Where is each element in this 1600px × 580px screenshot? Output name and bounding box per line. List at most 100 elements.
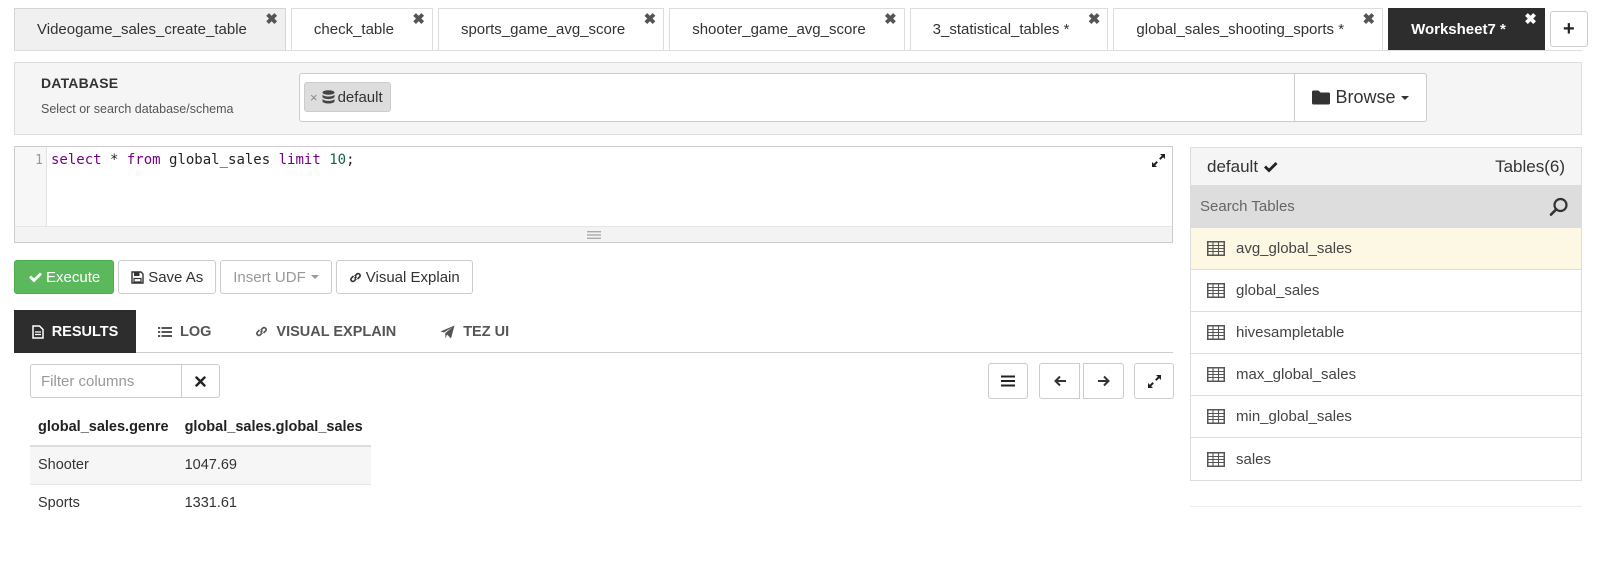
list-item[interactable]: min_global_sales bbox=[1191, 396, 1581, 438]
list-item[interactable]: avg_global_sales bbox=[1191, 228, 1581, 270]
folder-icon bbox=[1312, 90, 1331, 105]
database-icon bbox=[322, 89, 335, 103]
execute-label: Execute bbox=[46, 268, 101, 286]
table-name: sales bbox=[1236, 450, 1272, 468]
sql-token: limit bbox=[278, 152, 321, 168]
browse-button[interactable]: Browse bbox=[1294, 73, 1427, 122]
add-tab-button[interactable]: + bbox=[1549, 11, 1588, 47]
tab-visual-explain-label: VISUAL EXPLAIN bbox=[276, 323, 397, 340]
sql-token: global_sales bbox=[160, 152, 279, 168]
previous-page-button[interactable] bbox=[1039, 363, 1080, 399]
execute-button[interactable]: Execute bbox=[14, 260, 115, 294]
grip-icon bbox=[586, 230, 601, 239]
editor-resize-handle[interactable] bbox=[15, 226, 1172, 242]
tab-results[interactable]: RESULTS bbox=[14, 310, 136, 353]
table-cell: 1047.69 bbox=[176, 446, 371, 485]
filter-columns bbox=[30, 364, 220, 398]
query-text[interactable]: select * from global_sales limit 10; bbox=[51, 152, 355, 168]
chip-remove-icon[interactable]: × bbox=[310, 90, 318, 105]
close-icon[interactable]: ✖ bbox=[884, 11, 897, 29]
close-icon[interactable]: ✖ bbox=[265, 11, 278, 29]
tab-label: 3_statistical_tables * bbox=[932, 21, 1070, 38]
next-page-button[interactable] bbox=[1083, 363, 1124, 399]
visual-explain-button[interactable]: Visual Explain bbox=[335, 260, 473, 294]
table-row: Shooter 1047.69 bbox=[30, 446, 371, 485]
tab-results-label: RESULTS bbox=[51, 323, 119, 340]
list-item[interactable]: global_sales bbox=[1191, 270, 1581, 312]
expand-icon bbox=[1147, 374, 1161, 388]
save-as-label: Save As bbox=[148, 268, 204, 286]
tab-label: Videogame_sales_create_table bbox=[37, 21, 247, 38]
fullscreen-button[interactable] bbox=[1134, 363, 1174, 399]
tab-worksheet-active[interactable]: Worksheet7 * ✖ bbox=[1388, 8, 1545, 50]
search-tables bbox=[1190, 186, 1582, 228]
database-select[interactable]: × default Browse bbox=[299, 73, 1427, 122]
column-header[interactable]: global_sales.global_sales bbox=[176, 408, 371, 447]
close-icon[interactable]: ✖ bbox=[1088, 11, 1101, 29]
tab-label: global_sales_shooting_sports * bbox=[1136, 21, 1345, 38]
tables-panel: default Tables(6) avg_global_sales g bbox=[1190, 147, 1582, 481]
tables-count: Tables(6) bbox=[1495, 156, 1565, 176]
close-icon[interactable]: ✖ bbox=[1363, 11, 1376, 29]
expand-icon[interactable] bbox=[1151, 153, 1166, 171]
close-icon[interactable]: ✖ bbox=[412, 11, 425, 29]
tables-panel-header: default Tables(6) bbox=[1190, 147, 1582, 186]
tab-worksheet[interactable]: 3_statistical_tables * ✖ bbox=[909, 8, 1109, 50]
table-name: global_sales bbox=[1236, 282, 1320, 299]
worksheet-tabs: Videogame_sales_create_table ✖ check_tab… bbox=[14, 8, 1588, 50]
editor-gutter: 1 bbox=[15, 147, 47, 227]
sql-token: * bbox=[101, 152, 127, 168]
tab-log-label: LOG bbox=[180, 323, 212, 340]
column-list-button[interactable] bbox=[988, 363, 1028, 399]
save-icon bbox=[131, 270, 144, 284]
tab-visual-explain[interactable]: VISUAL EXPLAIN bbox=[233, 310, 418, 353]
check-icon bbox=[1264, 161, 1278, 172]
database-chip[interactable]: × default bbox=[304, 82, 391, 112]
sql-token: from bbox=[126, 152, 161, 168]
table-cell: 1331.61 bbox=[184, 495, 237, 512]
tab-tez-ui[interactable]: TEZ UI bbox=[418, 310, 531, 353]
arrow-left-icon bbox=[1053, 375, 1066, 387]
send-icon bbox=[440, 325, 455, 338]
tab-label: shooter_game_avg_score bbox=[692, 21, 866, 38]
close-icon bbox=[195, 375, 206, 387]
selected-database-label: default bbox=[1207, 156, 1259, 176]
insert-udf-button[interactable]: Insert UDF bbox=[220, 260, 332, 294]
table-icon bbox=[1207, 367, 1225, 382]
tab-log[interactable]: LOG bbox=[136, 310, 233, 353]
save-as-button[interactable]: Save As bbox=[118, 260, 217, 294]
results-table: global_sales.genre global_sales.global_s… bbox=[30, 408, 371, 522]
link-icon bbox=[349, 272, 361, 282]
close-icon[interactable]: ✖ bbox=[1524, 11, 1537, 29]
clear-filter-button[interactable] bbox=[182, 364, 220, 398]
table-icon bbox=[1207, 283, 1225, 298]
database-panel: DATABASE Select or search database/schem… bbox=[14, 62, 1582, 135]
table-header-row: global_sales.genre global_sales.global_s… bbox=[30, 408, 371, 447]
link-icon bbox=[256, 326, 268, 337]
tab-worksheet[interactable]: Videogame_sales_create_table ✖ bbox=[14, 8, 286, 50]
sql-token: 10 bbox=[329, 152, 347, 168]
tab-label: check_table bbox=[313, 21, 394, 38]
tab-worksheet[interactable]: shooter_game_avg_score ✖ bbox=[669, 8, 905, 50]
search-icon[interactable] bbox=[1549, 197, 1569, 217]
close-icon[interactable]: ✖ bbox=[644, 11, 657, 29]
insert-udf-label: Insert UDF bbox=[233, 268, 306, 286]
tab-worksheet[interactable]: check_table ✖ bbox=[290, 8, 433, 50]
table-icon bbox=[1207, 241, 1225, 256]
table-icon bbox=[1207, 325, 1225, 340]
list-item[interactable]: max_global_sales bbox=[1191, 354, 1581, 396]
list-item[interactable]: sales bbox=[1191, 438, 1581, 480]
column-header[interactable]: global_sales.genre bbox=[30, 408, 177, 447]
tab-worksheet[interactable]: global_sales_shooting_sports * ✖ bbox=[1113, 8, 1384, 50]
list-item[interactable]: hivesampletable bbox=[1191, 312, 1581, 354]
check-icon bbox=[29, 272, 42, 283]
table-cell: Sports bbox=[38, 495, 80, 512]
table-row: Sports 1331.61 bbox=[30, 484, 371, 522]
filter-columns-input[interactable] bbox=[30, 364, 182, 398]
result-tabs: RESULTS LOG VISUAL EXPLAIN TEZ UI bbox=[14, 310, 1173, 353]
tab-divider bbox=[14, 50, 1582, 51]
query-editor[interactable]: 1 select * from global_sales limit 10; bbox=[14, 146, 1173, 243]
search-tables-input[interactable] bbox=[1200, 198, 1500, 215]
tab-worksheet[interactable]: sports_game_avg_score ✖ bbox=[437, 8, 665, 50]
